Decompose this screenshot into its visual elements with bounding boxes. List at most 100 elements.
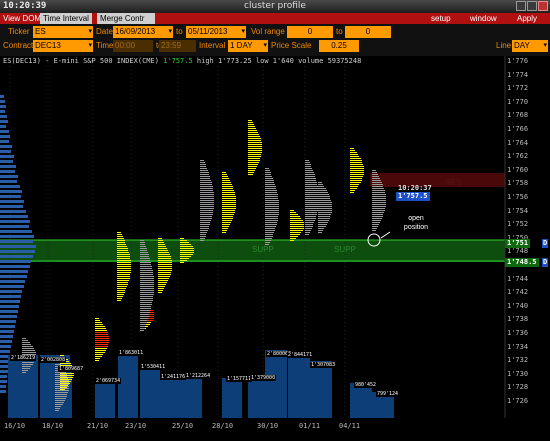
profile-tick (248, 156, 261, 157)
profile-tick (55, 400, 65, 401)
profile-tick (200, 160, 204, 161)
vol-min-field[interactable]: 0 (287, 26, 333, 38)
profile-tick (95, 340, 109, 341)
profile-tick (305, 198, 319, 199)
tab-merge-contr[interactable]: Merge Contr (97, 13, 155, 24)
profile-tick (248, 134, 259, 135)
profile-tick (200, 166, 206, 167)
profile-tick (290, 212, 296, 213)
profile-tick (372, 224, 379, 225)
menu-apply[interactable]: Apply (517, 13, 537, 24)
volume-label: 1'863011 (118, 350, 145, 356)
profile-tick (305, 212, 317, 213)
time-from-field[interactable]: 00:00 (113, 40, 153, 52)
ticker-label: Ticker (8, 27, 30, 36)
profile-tick (265, 234, 273, 235)
profile-tick (158, 252, 169, 253)
profile-tick (140, 264, 151, 265)
histogram-bar (0, 160, 13, 163)
cluster-profile-chart[interactable] (0, 56, 550, 441)
profile-tick (305, 226, 313, 227)
profile-tick (305, 178, 316, 179)
profile-tick (265, 192, 277, 193)
supp-lower-flag[interactable]: D (542, 258, 549, 267)
profile-tick (200, 174, 209, 175)
volume-label: 1'809687 (58, 366, 85, 372)
price-scale-field[interactable]: 0.25 (319, 40, 359, 52)
profile-tick (222, 220, 232, 221)
profile-tick (265, 194, 278, 195)
profile-tick (350, 176, 363, 177)
profile-tick (140, 306, 151, 307)
profile-tick (222, 232, 226, 233)
profile-tick (290, 216, 300, 217)
date-to-field[interactable]: 05/11/2013 (186, 26, 246, 38)
profile-tick (305, 218, 316, 219)
menu-window[interactable]: window (470, 13, 497, 24)
price-axis-label: 1'758 (507, 179, 529, 188)
histogram-bar (0, 155, 14, 158)
profile-tick (22, 340, 28, 341)
supp-upper-flag[interactable]: D (542, 239, 549, 248)
date-from-field[interactable]: 16/09/2013 (113, 26, 173, 38)
profile-tick (158, 238, 162, 239)
profile-tick (55, 378, 68, 379)
contract-select[interactable]: DEC13 (33, 40, 93, 52)
profile-tick (265, 242, 270, 243)
histogram-bar (0, 215, 28, 218)
minimize-icon[interactable] (516, 1, 526, 11)
profile-tick (248, 124, 254, 125)
profile-tick (95, 330, 107, 331)
profile-tick (372, 212, 384, 213)
profile-tick (55, 392, 68, 393)
profile-tick (140, 240, 144, 241)
ticker-select[interactable]: ES (33, 26, 93, 38)
profile-tick (140, 280, 154, 281)
profile-tick (200, 236, 206, 237)
profile-tick (158, 254, 170, 255)
profile-tick (305, 160, 309, 161)
profile-tick (140, 266, 152, 267)
profile-tick (372, 216, 383, 217)
volume-label: 2'069734 (95, 378, 122, 384)
profile-tick (248, 154, 261, 155)
histogram-bar (0, 120, 8, 123)
menu-setup[interactable]: setup (431, 13, 451, 24)
line-select[interactable]: DAY (512, 40, 548, 52)
profile-tick (200, 164, 206, 165)
profile-tick (265, 214, 279, 215)
profile-tick (95, 342, 109, 343)
chart-info: ES(DEC13) - E-mini S&P 500 INDEX(CME) 1'… (3, 57, 361, 65)
tab-view-dom[interactable]: View DOM (0, 13, 45, 24)
profile-tick (95, 352, 105, 353)
profile-tick (22, 338, 26, 339)
profile-tick (180, 246, 193, 247)
profile-tick (372, 206, 386, 207)
profile-tick (350, 184, 359, 185)
profile-tick (117, 276, 130, 277)
histogram-bar (0, 220, 30, 223)
time-to-field[interactable]: 23:59 (159, 40, 196, 52)
profile-tick (350, 158, 361, 159)
supp-label-2: SUPP (334, 245, 356, 254)
profile-tick (372, 202, 386, 203)
profile-tick (200, 218, 212, 219)
interval-select[interactable]: 1 DAY (228, 40, 268, 52)
chart-symbol: ES(DEC13) - E-mini S&P 500 INDEX(CME) (3, 57, 159, 65)
histogram-bar (0, 165, 16, 168)
annotation-arrow (380, 231, 391, 239)
vol-max-field[interactable]: 0 (345, 26, 391, 38)
profile-tick (248, 148, 262, 149)
profile-tick (180, 240, 187, 241)
histogram-bar (0, 130, 9, 133)
histogram-bar (0, 340, 12, 343)
volume-label: 2'002808 (40, 357, 67, 363)
maximize-icon[interactable] (527, 1, 537, 11)
close-icon[interactable] (538, 1, 548, 11)
profile-tick (222, 198, 236, 199)
tab-time-interval[interactable]: Time Interval (40, 13, 92, 24)
profile-tick (55, 410, 59, 411)
profile-tick (95, 346, 108, 347)
histogram-bar (0, 170, 15, 173)
price-axis-label: 1'756 (507, 193, 529, 201)
